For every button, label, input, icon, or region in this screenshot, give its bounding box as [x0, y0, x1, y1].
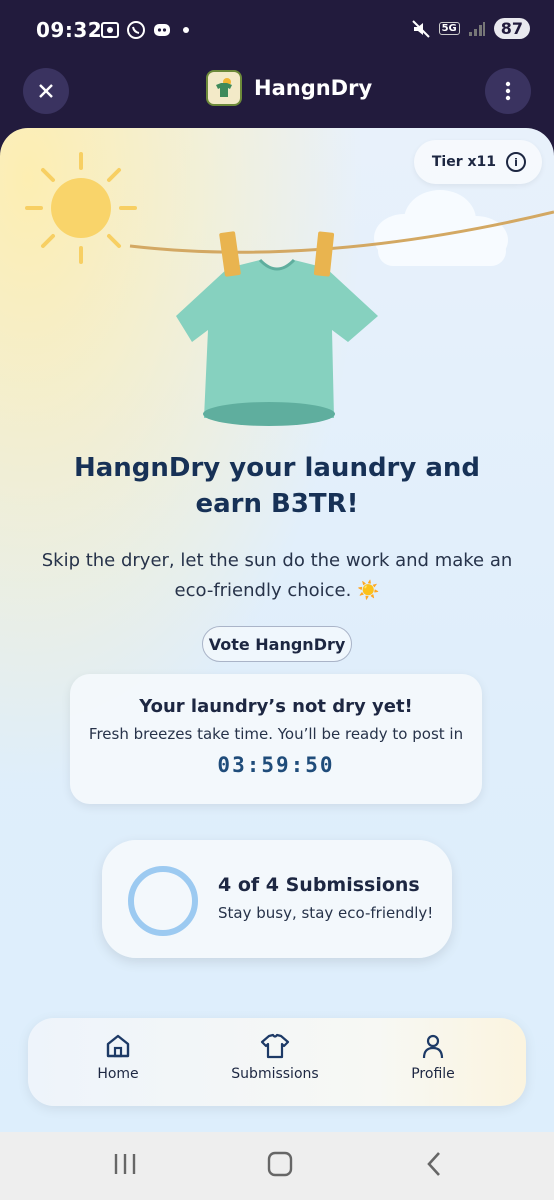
signal-icon	[468, 21, 485, 36]
submissions-count: 4 of 4 Submissions	[218, 874, 420, 896]
back-icon[interactable]	[424, 1150, 444, 1178]
laundry-logo-icon	[216, 78, 232, 97]
more-options-button[interactable]	[485, 68, 531, 114]
dot-icon	[183, 27, 189, 33]
shirt-icon	[176, 258, 378, 426]
tier-label: Tier x11	[431, 154, 496, 170]
discord-icon	[154, 24, 170, 36]
progress-ring	[128, 866, 198, 936]
submissions-card: 4 of 4 Submissions Stay busy, stay eco-f…	[102, 840, 452, 958]
cloud-icon	[374, 190, 508, 266]
hero-headline: HangnDry your laundry and earn B3TR!	[73, 453, 481, 519]
app-title: HangnDry	[254, 76, 373, 100]
bottom-nav: Home Submissions Profile	[28, 1018, 526, 1106]
close-icon	[39, 84, 53, 98]
system-status-icons: 5G 87	[411, 18, 530, 39]
system-navigation-bar	[0, 1132, 554, 1200]
status-time: 09:32	[36, 18, 103, 42]
nav-home[interactable]: Home	[58, 1032, 178, 1082]
nav-profile[interactable]: Profile	[373, 1032, 493, 1082]
whatsapp-icon	[127, 21, 145, 39]
network-type-badge: 5G	[438, 22, 460, 35]
sun-icon	[25, 152, 137, 264]
close-button[interactable]	[23, 68, 69, 114]
hero-subtext: Skip the dryer, let the sun do the work …	[41, 550, 513, 601]
app-header: HangnDry	[0, 60, 554, 130]
nav-profile-label: Profile	[411, 1066, 455, 1082]
timer-subtitle: Fresh breezes take time. You’ll be ready…	[88, 725, 464, 743]
recent-apps-icon[interactable]	[112, 1150, 138, 1178]
app-logo	[206, 70, 242, 106]
more-vertical-icon	[505, 81, 511, 101]
tier-chip[interactable]: Tier x11 i	[413, 140, 542, 184]
home-icon	[106, 1034, 130, 1058]
nav-submissions-label: Submissions	[231, 1066, 319, 1082]
countdown-timer: 03:59:50	[217, 753, 335, 777]
submissions-tagline: Stay busy, stay eco-friendly!	[218, 904, 434, 922]
mute-icon	[411, 19, 430, 38]
shirt-nav-icon	[260, 1033, 290, 1059]
nav-home-label: Home	[97, 1066, 139, 1082]
info-icon: i	[506, 152, 526, 172]
battery-indicator: 87	[493, 18, 530, 39]
notification-icons	[100, 20, 192, 40]
timer-card: Your laundry’s not dry yet! Fresh breeze…	[70, 674, 482, 804]
timer-title: Your laundry’s not dry yet!	[139, 696, 413, 717]
main-content: Tier x11 i HangnDry your laundry and ear…	[0, 128, 554, 1132]
screenshot-icon	[101, 22, 119, 38]
nav-submissions[interactable]: Submissions	[215, 1032, 335, 1082]
status-bar: 09:32 5G 87	[0, 0, 554, 60]
vote-button[interactable]: Vote HangnDry	[202, 626, 352, 662]
person-icon	[422, 1034, 444, 1059]
home-button-icon[interactable]	[266, 1150, 294, 1178]
